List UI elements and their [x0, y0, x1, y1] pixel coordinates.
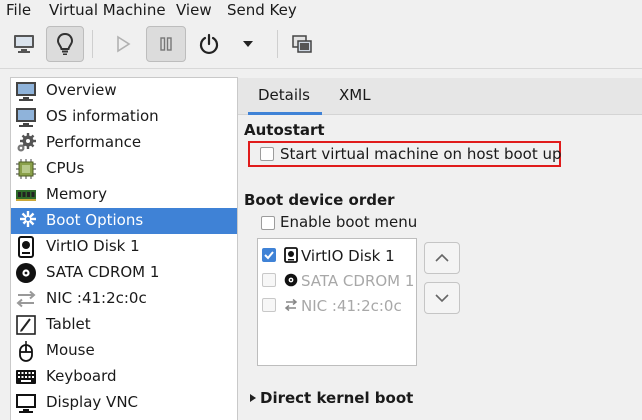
play-icon: [117, 35, 131, 53]
boot-device-label: VirtIO Disk 1: [301, 247, 395, 265]
sidebar-item-label: NIC :41:2c:0c: [46, 289, 147, 307]
chevron-down-icon: [243, 41, 253, 47]
toolbar-separator: [277, 30, 278, 58]
toolbar-separator: [92, 30, 93, 58]
menu-view[interactable]: View: [176, 1, 212, 19]
sidebar-item[interactable]: NIC :41:2c:0c: [11, 286, 237, 312]
sidebar-item[interactable]: CPUs: [11, 156, 237, 182]
sidebar-item-label: Display VNC: [46, 393, 139, 411]
gears-icon: [15, 132, 37, 154]
enable-boot-menu-checkbox[interactable]: [261, 216, 275, 230]
power-dropdown-button[interactable]: [231, 26, 265, 62]
screenshot-icon: [292, 35, 312, 53]
boot-device-label: NIC :41:2c:0c: [301, 297, 402, 315]
monitor-icon: [15, 106, 37, 128]
menu-virtual-machine[interactable]: Virtual Machine: [49, 1, 166, 19]
boot-device-row[interactable]: VirtIO Disk 1: [258, 242, 416, 268]
cpu-icon: [15, 158, 37, 180]
active-tab-indicator: [248, 112, 322, 115]
boot-device-checkbox[interactable]: [262, 298, 276, 312]
sidebar-item-label: Keyboard: [46, 367, 117, 385]
sidebar-item-label: Overview: [46, 81, 117, 99]
tab-xml[interactable]: XML: [339, 86, 371, 104]
toolbar: [0, 22, 642, 69]
sidebar-item-label: CPUs: [46, 159, 85, 177]
sidebar-item-label: SATA CDROM 1: [46, 263, 160, 281]
menubar: File Virtual Machine View Send Key: [0, 0, 642, 22]
boot-device-list: VirtIO Disk 1 SATA CDROM 1 NIC :41:2c:0c: [257, 238, 417, 366]
menu-file[interactable]: File: [6, 1, 31, 19]
sidebar-item-label: Boot Options: [46, 211, 144, 229]
boot-device-checkbox[interactable]: [262, 248, 276, 262]
disk-icon: [284, 247, 298, 263]
pause-button[interactable]: [146, 26, 186, 62]
sidebar-item-label: Tablet: [46, 315, 91, 333]
sidebar-item-label: VirtIO Disk 1: [46, 237, 140, 255]
sidebar-item-label: OS information: [46, 107, 159, 125]
sidebar-item-label: Mouse: [46, 341, 95, 359]
tab-details[interactable]: Details: [258, 86, 310, 104]
boot-device-checkbox[interactable]: [262, 273, 276, 287]
power-icon: [199, 33, 219, 55]
network-icon: [284, 298, 298, 312]
sidebar-item[interactable]: OS information: [11, 104, 237, 130]
cdrom-icon: [15, 262, 37, 284]
sidebar-item[interactable]: Tablet: [11, 312, 237, 338]
cdrom-icon: [284, 273, 298, 287]
sidebar-item[interactable]: Keyboard: [11, 364, 237, 390]
sidebar-item[interactable]: Performance: [11, 130, 237, 156]
sidebar-item[interactable]: SATA CDROM 1: [11, 260, 237, 286]
sidebar-item[interactable]: Boot Options: [11, 208, 237, 234]
memory-icon: [15, 184, 37, 206]
checkmark-icon: [264, 251, 274, 260]
boot-device-row[interactable]: NIC :41:2c:0c: [258, 292, 416, 318]
sidebar-item[interactable]: Overview: [11, 78, 237, 104]
direct-kernel-boot-title[interactable]: Direct kernel boot: [260, 389, 413, 407]
autostart-checkbox[interactable]: [260, 147, 274, 161]
monitor-icon: [15, 80, 37, 102]
move-down-button[interactable]: [424, 282, 460, 314]
sidebar-item[interactable]: Mouse: [11, 338, 237, 364]
lightbulb-icon: [56, 32, 74, 55]
power-button[interactable]: [190, 26, 228, 62]
chevron-down-icon: [435, 294, 449, 303]
screenshot-button[interactable]: [283, 26, 321, 62]
disk-icon: [15, 236, 37, 258]
tablet-icon: [15, 314, 37, 336]
console-icon: [14, 35, 34, 53]
mouse-icon: [15, 340, 37, 362]
display-icon: [15, 392, 37, 414]
tab-bar: Details XML: [238, 78, 642, 115]
gears-icon: [15, 210, 37, 232]
boot-device-label: SATA CDROM 1: [301, 272, 415, 290]
expander-arrow-icon[interactable]: [249, 393, 257, 403]
pause-icon: [160, 37, 172, 51]
sidebar-item[interactable]: Display VNC: [11, 390, 237, 416]
sidebar-item-label: Performance: [46, 133, 142, 151]
enable-boot-menu-label[interactable]: Enable boot menu: [280, 213, 417, 231]
autostart-checkbox-label[interactable]: Start virtual machine on host boot up: [280, 145, 562, 163]
move-up-button[interactable]: [424, 242, 460, 274]
chevron-up-icon: [435, 253, 449, 262]
run-button[interactable]: [104, 26, 142, 62]
boot-device-row[interactable]: SATA CDROM 1: [258, 267, 416, 293]
menu-send-key[interactable]: Send Key: [227, 1, 297, 19]
keyboard-icon: [15, 366, 37, 388]
console-button[interactable]: [5, 26, 43, 62]
sidebar-item[interactable]: Memory: [11, 182, 237, 208]
sidebar-item[interactable]: VirtIO Disk 1: [11, 234, 237, 260]
hardware-list: Overview OS information Performance CPUs Mem…: [10, 77, 238, 420]
autostart-title: Autostart: [244, 121, 325, 139]
details-button[interactable]: [46, 26, 84, 62]
boot-order-title: Boot device order: [244, 191, 395, 209]
sidebar-item-label: Memory: [46, 185, 108, 203]
network-icon: [15, 288, 37, 310]
